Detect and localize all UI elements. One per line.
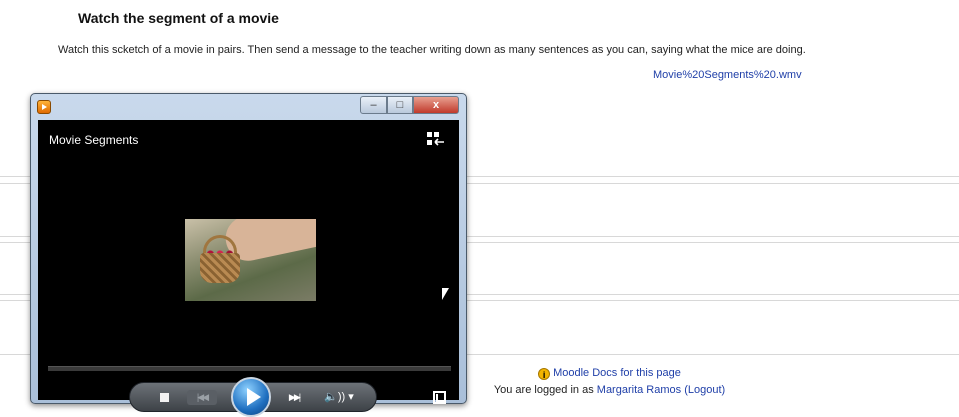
play-icon[interactable] [231,377,271,417]
mouse-cursor [442,288,449,300]
previous-icon[interactable]: |◀◀ [187,390,217,405]
minimize-button[interactable]: – [360,96,387,114]
activity-instructions: Watch this scketch of a movie in pairs. … [58,44,806,56]
logout-link[interactable]: (Logout) [684,384,725,396]
activity-title: Watch the segment of a movie [78,10,279,26]
title-bar[interactable]: – □ x [31,94,466,120]
next-icon[interactable]: ▶▶| [280,390,308,405]
video-title: Movie Segments [49,133,139,147]
playback-controls: |◀◀ ▶▶| 🔈)) ▾ [129,377,377,417]
moodle-docs-link[interactable]: Moodle Docs for this page [553,367,681,379]
basket-image [200,253,240,283]
expand-icon[interactable] [433,391,446,404]
video-frame [185,219,316,301]
switch-to-library-icon[interactable] [427,132,445,146]
user-profile-link[interactable]: Margarita Ramos [597,384,681,396]
media-player-window[interactable]: – □ x Movie Segments |◀◀ ▶▶| 🔈)) ▾ [30,93,467,417]
volume-icon[interactable]: 🔈)) ▾ [321,389,357,405]
maximize-button[interactable]: □ [387,96,413,114]
close-button[interactable]: x [413,96,459,114]
seek-bar[interactable] [48,366,451,371]
video-area[interactable]: Movie Segments |◀◀ ▶▶| 🔈)) ▾ [38,120,459,417]
info-icon: i [538,368,551,380]
stop-icon[interactable] [160,393,169,402]
movie-file-link[interactable]: Movie%20Segments%20.wmv [653,69,802,81]
logged-in-text: You are logged in as [493,384,594,396]
media-player-icon [37,100,51,114]
